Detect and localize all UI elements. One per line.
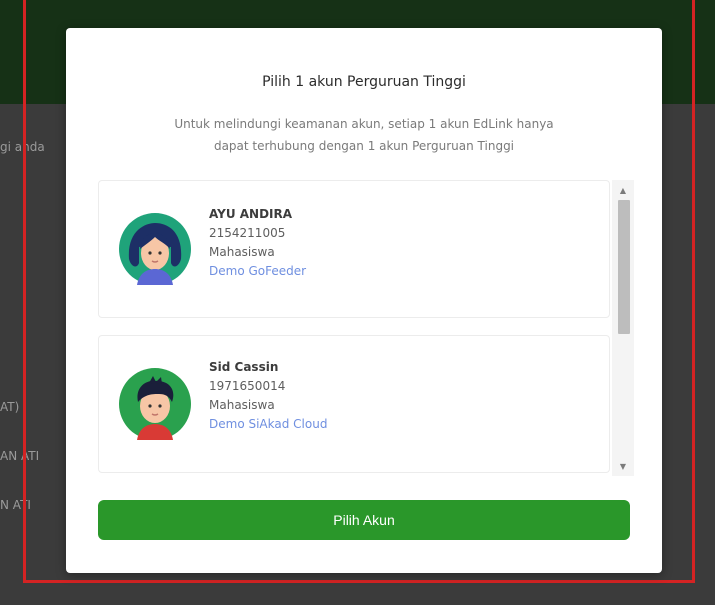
account-card-ayu-andira[interactable]: AYU ANDIRA 2154211005 Mahasiswa Demo GoF… [98, 180, 610, 318]
description-line: dapat terhubung dengan 1 akun Perguruan … [213, 139, 515, 153]
account-name: Sid Cassin [209, 360, 279, 374]
account-card-sid-cassin[interactable]: Sid Cassin 1971650014 Mahasiswa Demo SiA… [98, 335, 610, 473]
scroll-up-arrow-icon[interactable]: ▲ [612, 184, 634, 198]
background-label: AT) [0, 400, 20, 414]
account-info: Sid Cassin 1971650014 Mahasiswa Demo SiA… [209, 358, 327, 434]
scrollbar-thumb[interactable] [618, 200, 630, 334]
description-line: Untuk melindungi keamanan akun, setiap 1… [174, 117, 554, 131]
modal-title: Pilih 1 akun Perguruan Tinggi [262, 74, 466, 90]
account-id-number: 2154211005 [209, 226, 286, 240]
account-name: AYU ANDIRA [209, 207, 293, 221]
account-role: Mahasiswa [209, 398, 275, 412]
female-student-avatar-icon [119, 213, 191, 285]
account-role: Mahasiswa [209, 245, 275, 259]
account-info: AYU ANDIRA 2154211005 Mahasiswa Demo GoF… [209, 205, 306, 281]
account-app-name: Demo GoFeeder [209, 264, 307, 278]
scroll-down-arrow-icon[interactable]: ▼ [612, 460, 634, 474]
account-list-scrollbar[interactable]: ▲ ▼ [612, 180, 634, 476]
account-id-number: 1971650014 [209, 379, 286, 393]
choose-account-button[interactable]: Pilih Akun [98, 500, 630, 540]
select-account-modal: Pilih 1 akun Perguruan Tinggi Untuk meli… [66, 28, 662, 573]
modal-description: Untuk melindungi keamanan akun, setiap 1… [106, 113, 622, 157]
male-student-avatar-icon [119, 368, 191, 440]
account-app-name: Demo SiAkad Cloud [209, 417, 328, 431]
account-list[interactable]: AYU ANDIRA 2154211005 Mahasiswa Demo GoF… [98, 180, 634, 476]
